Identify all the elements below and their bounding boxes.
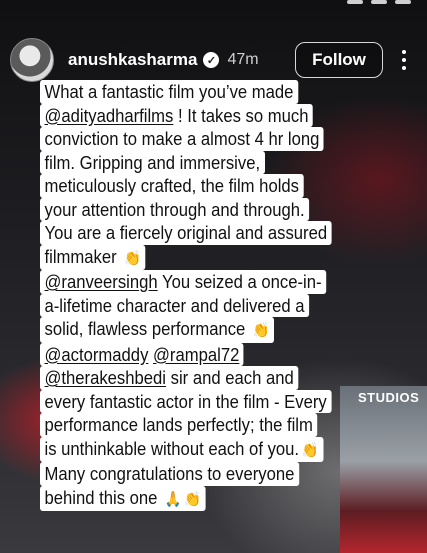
caption-line-text: @ranveersingh You seized a once-in- bbox=[40, 270, 327, 294]
caption-text: your attention through and through. bbox=[44, 198, 305, 220]
caption-line: solid, flawless performance 👏 bbox=[40, 317, 380, 343]
caption-text: You seized a once-in- bbox=[157, 271, 322, 292]
caption-line-text: @therakeshbedi sir and each and bbox=[40, 366, 299, 390]
status-indicator bbox=[347, 0, 363, 4]
clapping-hands-emoji-icon: 👏 bbox=[123, 249, 141, 267]
caption-line: What a fantastic film you’ve made bbox=[40, 80, 380, 104]
caption-line-text: every fantastic actor in the film - Ever… bbox=[40, 389, 332, 413]
status-indicator bbox=[395, 0, 411, 4]
caption-line: @adityadharfilms ! It takes so much bbox=[40, 103, 380, 127]
clapping-hands-emoji-icon: 👏 bbox=[301, 441, 319, 459]
caption-line: filmmaker 👏 bbox=[40, 244, 380, 270]
caption-line: performance lands perfectly; the film bbox=[40, 413, 380, 437]
caption-line: @therakeshbedi sir and each and bbox=[40, 366, 380, 390]
mention-link[interactable]: @actormaddy bbox=[45, 344, 149, 365]
caption-line: @ranveersingh You seized a once-in- bbox=[40, 270, 380, 294]
status-bar bbox=[347, 0, 411, 10]
caption-line-text: behind this one 🙏 👏 bbox=[40, 485, 206, 511]
username[interactable]: anushkasharma bbox=[68, 50, 197, 70]
caption-line-text: filmmaker 👏 bbox=[40, 244, 146, 270]
caption-text: is unthinkable without each of you. bbox=[44, 437, 300, 459]
verified-badge-icon: ✓ bbox=[203, 52, 220, 68]
caption-line: your attention through and through. bbox=[40, 197, 380, 221]
caption-text: You are a fiercely original and assured bbox=[44, 222, 328, 243]
caption-line: every fantastic actor in the film - Ever… bbox=[40, 389, 380, 413]
caption-line-text: solid, flawless performance 👏 bbox=[40, 317, 274, 343]
story-header: anushkasharma ✓ 47m Follow bbox=[10, 36, 419, 84]
caption-line-text: @actormaddy @rampal72 bbox=[40, 342, 244, 366]
story-caption: What a fantastic film you’ve made @aditya… bbox=[40, 80, 380, 511]
caption-text: conviction to make a almost 4 hr long bbox=[44, 128, 320, 149]
caption-line-text: is unthinkable without each of you. 👏 bbox=[40, 436, 324, 462]
caption-line: Many congratulations to everyone bbox=[40, 462, 380, 486]
caption-line-text: your attention through and through. bbox=[40, 197, 310, 221]
caption-line-text: film. Gripping and immersive, bbox=[40, 150, 265, 174]
caption-line: is unthinkable without each of you. 👏 bbox=[40, 436, 380, 462]
follow-button[interactable]: Follow bbox=[295, 42, 383, 78]
caption-text: What a fantastic film you’ve made bbox=[44, 81, 294, 102]
caption-line-text: What a fantastic film you’ve made bbox=[40, 80, 298, 104]
caption-text: Many congratulations to everyone bbox=[44, 463, 295, 484]
caption-line-text: @adityadharfilms ! It takes so much bbox=[40, 103, 313, 127]
caption-text: filmmaker bbox=[44, 245, 122, 267]
more-options-icon[interactable] bbox=[389, 43, 419, 77]
caption-line: conviction to make a almost 4 hr long bbox=[40, 127, 380, 151]
mention-link[interactable]: @therakeshbedi bbox=[45, 367, 167, 388]
caption-text: ! It takes so much bbox=[173, 104, 309, 126]
caption-line-text: Many congratulations to everyone bbox=[40, 462, 299, 486]
caption-line: @actormaddy @rampal72 bbox=[40, 342, 380, 366]
caption-line: meticulously crafted, the film holds bbox=[40, 174, 380, 198]
mention-link[interactable]: @ranveersingh bbox=[45, 271, 158, 292]
caption-line: a-lifetime character and delivered a bbox=[40, 293, 380, 317]
caption-line-text: You are a fiercely original and assured bbox=[40, 221, 332, 245]
caption-text: film. Gripping and immersive, bbox=[44, 151, 261, 173]
caption-line: film. Gripping and immersive, bbox=[40, 150, 380, 174]
status-indicator bbox=[371, 0, 387, 4]
caption-line-text: meticulously crafted, the film holds bbox=[40, 174, 304, 198]
caption-text: solid, flawless performance bbox=[44, 318, 250, 339]
post-time: 47m bbox=[227, 51, 259, 68]
clapping-hands-emoji-icon: 👏 bbox=[252, 322, 270, 339]
folded-hands-emoji-icon: 🙏 bbox=[164, 490, 182, 508]
clapping-hands-emoji-icon: 👏 bbox=[184, 490, 202, 508]
caption-text: sir and each and bbox=[166, 367, 294, 388]
caption-line: You are a fiercely original and assured bbox=[40, 221, 380, 245]
avatar[interactable] bbox=[10, 38, 54, 82]
caption-text: every fantastic actor in the film - Ever… bbox=[44, 390, 327, 412]
caption-text: performance lands perfectly; the film bbox=[44, 414, 313, 435]
caption-line-text: conviction to make a almost 4 hr long bbox=[40, 127, 324, 151]
mention-link[interactable]: @rampal72 bbox=[153, 344, 239, 365]
caption-line: behind this one 🙏 👏 bbox=[40, 485, 380, 511]
caption-line-text: performance lands perfectly; the film bbox=[40, 413, 318, 437]
caption-text: a-lifetime character and delivered a bbox=[44, 294, 305, 316]
caption-text: meticulously crafted, the film holds bbox=[44, 175, 299, 196]
mention-link[interactable]: @adityadharfilms bbox=[45, 105, 174, 126]
caption-line-text: a-lifetime character and delivered a bbox=[40, 293, 310, 317]
caption-text: behind this one bbox=[44, 486, 163, 508]
